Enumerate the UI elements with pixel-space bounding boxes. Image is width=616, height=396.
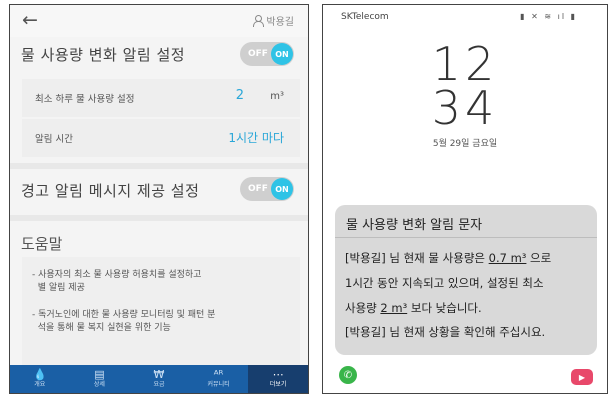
- community-icon: ᴬᴿ: [213, 368, 224, 381]
- help-title: 도움말: [21, 235, 63, 253]
- tab-overview[interactable]: 💧 개요: [10, 365, 70, 393]
- sms-usage-value: 0.7 m³: [488, 251, 527, 265]
- alert-time-value[interactable]: 1시간 마다: [228, 129, 284, 146]
- bill-icon: ₩: [153, 368, 165, 381]
- sms-divider: [335, 237, 597, 238]
- tab-bill[interactable]: ₩ 요금: [129, 365, 189, 393]
- alert-setting-title: 물 사용량 변화 알림 설정: [21, 46, 186, 64]
- sms-text: [박용길] 님: [345, 325, 404, 339]
- tab-detail[interactable]: ▤ 상세: [70, 365, 130, 393]
- settings-phone-screen: ← 박용길 물 사용량 변화 알림 설정 OFF ON 최소 하루 물 사용량 …: [9, 4, 309, 394]
- tab-label: 요금: [153, 381, 165, 388]
- carrier-name: SKTelecom: [341, 12, 389, 22]
- sms-text: 주십시요.: [495, 325, 546, 339]
- sms-text: 으로: [526, 251, 552, 265]
- toggle-off-label: OFF: [248, 184, 268, 194]
- min-usage-setting[interactable]: 최소 하루 물 사용량 설정 2 m³: [22, 79, 300, 117]
- section-divider: [10, 163, 308, 169]
- arrow-left-icon[interactable]: ←: [22, 9, 38, 31]
- lock-date: 5월 29일 금요일: [432, 139, 498, 149]
- warning-setting-title: 경고 알림 메시지 제공 설정: [21, 182, 200, 200]
- user-icon: [252, 15, 265, 27]
- toggle-off-label: OFF: [248, 49, 268, 59]
- clock-minute: 34: [431, 81, 499, 135]
- sms-line: [박용길] 님 현재 물 사용량은 0.7 m³ 으로: [345, 250, 551, 266]
- lock-screen: SKTelecom ▮ ✕ ≋ ıl ▮ 12 34 5월 29일 금요일 물 …: [322, 4, 608, 394]
- sms-text: 현재 상황을 확인해: [403, 325, 496, 339]
- tab-community[interactable]: ᴬᴿ 커뮤니티: [189, 365, 249, 393]
- sms-line: 1시간 동안 지속되고 있으며, 설정된 최소: [345, 276, 544, 290]
- min-usage-value[interactable]: 2: [236, 88, 244, 103]
- status-icons: ▮ ✕ ≋ ıl ▮: [520, 12, 577, 21]
- sms-line: [박용길] 님 현재 상황을 확인해 주십시요.: [345, 324, 545, 340]
- user-name: 박용길: [266, 17, 294, 28]
- sms-threshold-value: 2 m³: [380, 301, 408, 315]
- tab-more[interactable]: ⋯ 더보기: [248, 365, 308, 393]
- section-divider: [10, 215, 308, 221]
- sms-text: [박용길] 님 현재 물 사용량은: [345, 251, 489, 265]
- min-usage-label: 최소 하루 물 사용량 설정: [35, 94, 135, 105]
- alert-time-setting[interactable]: 알림 시간 1시간 마다: [22, 119, 300, 157]
- toggle-on-knob: ON: [271, 43, 293, 65]
- list-icon: ▤: [94, 368, 105, 381]
- tab-label: 커뮤니티: [207, 381, 230, 388]
- help-item: - 사용자의 최소 물 사용량 허용치를 설정하고 별 알림 제공: [32, 270, 202, 293]
- sms-text: 보다 낮습니다.: [407, 301, 482, 315]
- min-usage-unit: m³: [270, 91, 284, 102]
- bottom-tab-bar: 💧 개요 ▤ 상세 ₩ 요금 ᴬᴿ 커뮤니티 ⋯ 더보기: [10, 365, 308, 393]
- user-info: 박용길: [252, 13, 294, 28]
- phone-icon[interactable]: ✆: [339, 366, 357, 384]
- sms-text: 사용량: [345, 301, 381, 315]
- toggle-on-knob: ON: [271, 178, 293, 200]
- tab-label: 더보기: [269, 381, 287, 388]
- water-drop-icon: 💧: [32, 368, 47, 381]
- sms-line: 사용량 2 m³ 보다 낮습니다.: [345, 300, 482, 316]
- app-header: ← 박용길: [10, 5, 308, 37]
- help-card: - 사용자의 최소 물 사용량 허용치를 설정하고 별 알림 제공 - 독거노인…: [22, 257, 300, 367]
- tab-label: 개요: [34, 381, 46, 388]
- tab-label: 상세: [93, 381, 105, 388]
- help-item: - 독거노인에 대한 물 사용량 모니터링 및 패턴 분 석을 통해 물 복지 …: [32, 310, 216, 333]
- sms-title: 물 사용량 변화 알림 문자: [346, 218, 483, 233]
- alert-time-label: 알림 시간: [35, 134, 73, 145]
- video-icon[interactable]: ▶: [571, 369, 593, 385]
- more-icon: ⋯: [272, 368, 284, 381]
- warning-setting-toggle[interactable]: OFF ON: [240, 177, 294, 201]
- sms-notification[interactable]: 물 사용량 변화 알림 문자 [박용길] 님 현재 물 사용량은 0.7 m³ …: [335, 205, 597, 355]
- alert-setting-toggle[interactable]: OFF ON: [240, 42, 294, 66]
